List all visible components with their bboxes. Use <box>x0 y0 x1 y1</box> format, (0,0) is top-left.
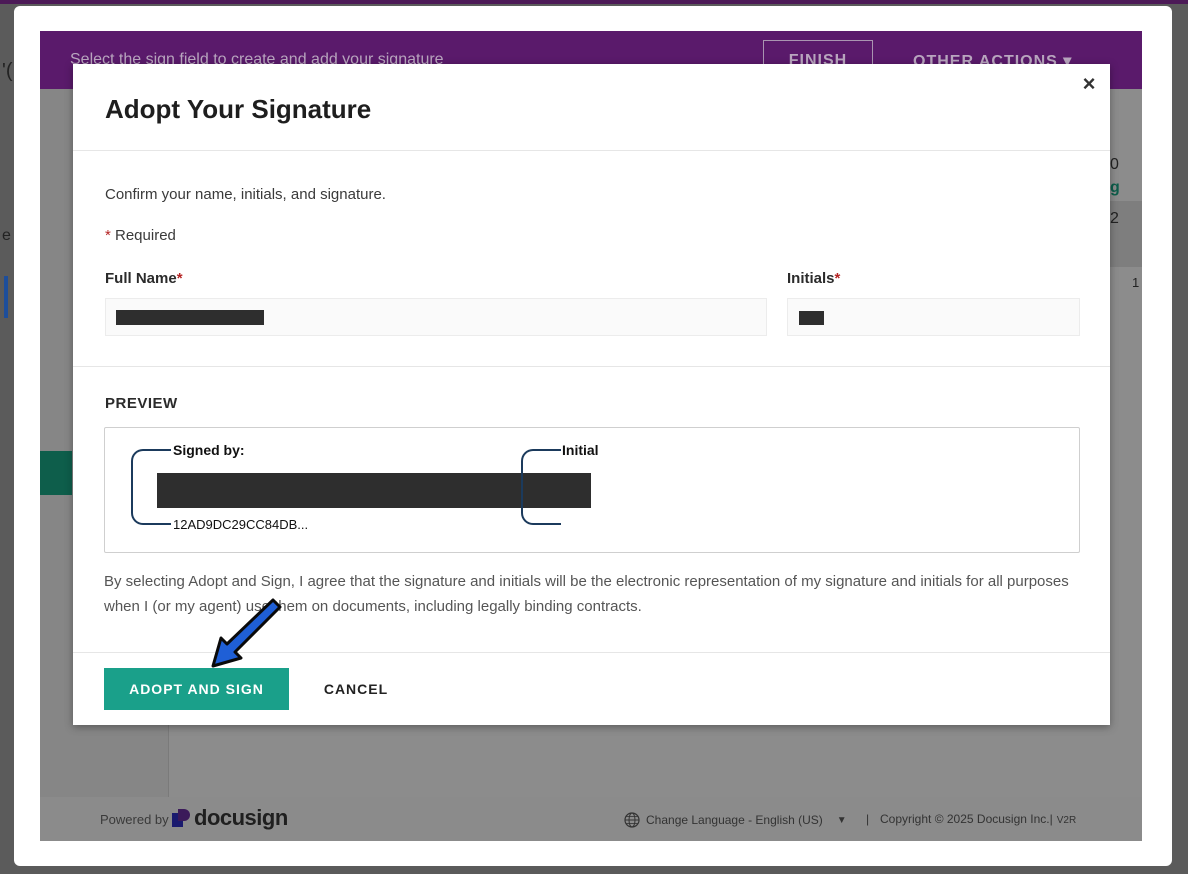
initials-label: Initials* <box>787 270 840 287</box>
required-text: Required <box>110 227 176 244</box>
top-accent-strip <box>0 0 1188 4</box>
docusign-logo: docusign <box>172 805 288 831</box>
side-glyph: 2 <box>1110 210 1119 227</box>
change-language-menu[interactable]: Change Language - English (US) ▼ <box>624 812 847 828</box>
required-note: * Required <box>105 227 176 244</box>
side-glyph: 1 <box>1132 275 1140 290</box>
brand-name: docusign <box>194 805 288 830</box>
side-glyph: e <box>2 227 11 244</box>
signature-preview: Signed by: 12AD9DC29CC84DB... Initial <box>104 427 1080 553</box>
initials-label-text: Initials <box>787 270 835 287</box>
version-label: V2R <box>1056 815 1077 826</box>
full-name-label: Full Name* <box>105 270 183 287</box>
left-edge-marker <box>4 276 8 318</box>
full-name-field[interactable] <box>105 298 767 336</box>
globe-icon <box>624 812 640 828</box>
powered-by-label: Powered by <box>100 812 169 827</box>
preview-heading: PREVIEW <box>105 395 178 412</box>
required-star: * <box>834 270 841 287</box>
side-glyph: g <box>1110 179 1120 196</box>
initial-label: Initial <box>562 442 599 458</box>
signature-id: 12AD9DC29CC84DB... <box>173 517 309 532</box>
dialog-title: Adopt Your Signature <box>105 94 372 124</box>
initials-field[interactable] <box>787 298 1080 336</box>
header-divider <box>73 150 1110 151</box>
initial-bracket <box>521 449 561 525</box>
intro-text: Confirm your name, initials, and signatu… <box>105 186 386 203</box>
docusign-logo-icon <box>172 809 190 827</box>
language-label: Change Language - English (US) <box>646 813 823 827</box>
caret-down-icon: ▼ <box>836 814 847 826</box>
blue-arrow-icon <box>211 598 282 668</box>
copyright-text: Copyright © 2025 Docusign Inc.| V2R <box>880 812 1076 826</box>
adopt-and-sign-button[interactable]: ADOPT AND SIGN <box>104 668 289 710</box>
side-glyph: '( <box>2 60 13 82</box>
redacted-initials <box>799 311 824 325</box>
cancel-button[interactable]: CANCEL <box>311 668 401 710</box>
copyright-label: Copyright © 2025 Docusign Inc.| <box>880 812 1053 826</box>
section-divider <box>73 366 1110 367</box>
redacted-full-name <box>116 310 264 325</box>
side-glyph: 0 <box>1110 156 1119 173</box>
footer-bar: Powered by docusign Change Language - En… <box>40 797 1142 841</box>
full-name-label-text: Full Name <box>105 270 177 287</box>
close-icon[interactable]: × <box>1077 72 1101 96</box>
required-star: * <box>176 270 183 287</box>
footer-separator: | <box>866 812 870 826</box>
left-panel-highlight <box>40 451 72 495</box>
signed-by-label: Signed by: <box>173 442 245 458</box>
